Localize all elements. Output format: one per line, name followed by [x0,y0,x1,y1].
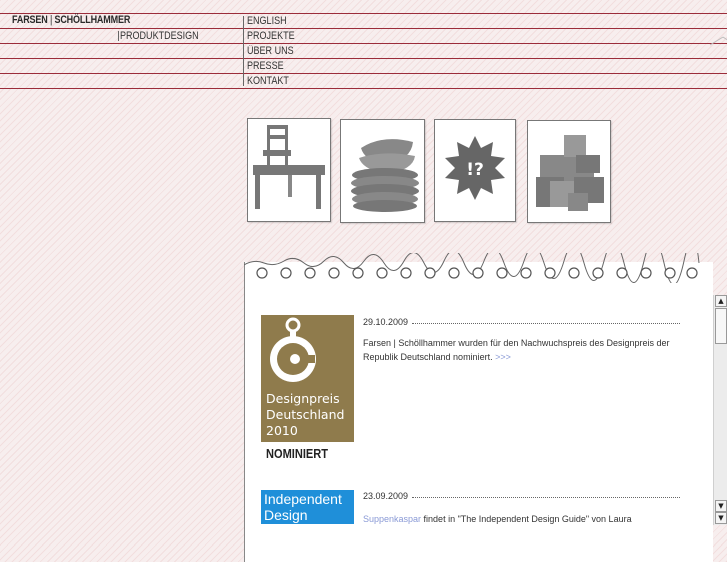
furniture-icon [253,125,325,209]
tableware-icon [351,139,419,212]
suppenkaspar-link[interactable]: Suppenkaspar [363,514,421,524]
designpreis-line2: Deutschland [266,407,345,422]
nav-item-presse[interactable]: PRESSE [247,60,284,72]
header-line [0,28,727,29]
designpreis-logo[interactable]: Designpreis Deutschland 2010 [261,315,354,442]
scroll-up-button[interactable]: ▲ [715,295,727,307]
category-tile-tableware[interactable] [340,119,425,223]
boxes-icon [536,135,604,211]
category-tile-boxes[interactable] [527,120,611,223]
brand-subtitle: PRODUKTDESIGN [120,30,199,42]
independent-design-logo[interactable]: Independent Design [261,490,354,524]
brand-right: SCHÖLLHAMMER [54,14,131,26]
brand-left: FARSEN [12,14,48,26]
header-line [0,73,727,74]
scroll-down-button[interactable]: ▼ [715,500,727,512]
news-text: Suppenkaspar findet in "The Independent … [363,512,693,526]
scroll-thumb[interactable] [715,308,727,344]
concept-glyph: !? [466,160,484,180]
subtitle-divider [118,31,119,41]
header-line [0,58,727,59]
more-link[interactable]: >>> [495,352,511,362]
date-leader [412,323,680,324]
news-text: Farsen | Schöllhammer wurden für den Nac… [363,336,693,364]
news-date: 29.10.2009 [363,317,409,327]
nominiert-caption: NOMINIERT [266,446,329,461]
nav-divider [243,16,244,86]
category-tile-concept[interactable]: !? [434,119,516,222]
designpreis-line3: 2010 [266,423,298,438]
news-body: Farsen | Schöllhammer wurden für den Nac… [363,338,670,362]
independent-line2: Design [264,507,308,523]
cursor-mark [709,36,727,46]
date-leader [412,497,680,498]
nav-item-english[interactable]: ENGLISH [247,15,287,27]
header-line [0,43,727,44]
header-line [0,88,727,89]
news-body: findet in "The Independent Design Guide"… [421,514,632,524]
nav-item-ueber-uns[interactable]: ÜBER UNS [247,45,294,57]
category-tile-furniture[interactable] [247,118,331,222]
nav-item-kontakt[interactable]: KONTAKT [247,75,289,87]
independent-line1: Independent [264,491,342,507]
medal-icon [270,317,316,382]
scroll-end-button[interactable]: ▼ [715,512,727,524]
designpreis-line1: Designpreis [266,391,340,406]
news-date: 23.09.2009 [363,491,409,501]
nav-item-projekte[interactable]: PROJEKTE [247,30,295,42]
spiral-binding [244,253,700,283]
news-scrollbar[interactable]: ▲ ▼ ▼ [713,295,727,525]
brand-logo[interactable]: FARSEN | SCHÖLLHAMMER [12,14,130,26]
concept-icon: !? [445,136,505,200]
